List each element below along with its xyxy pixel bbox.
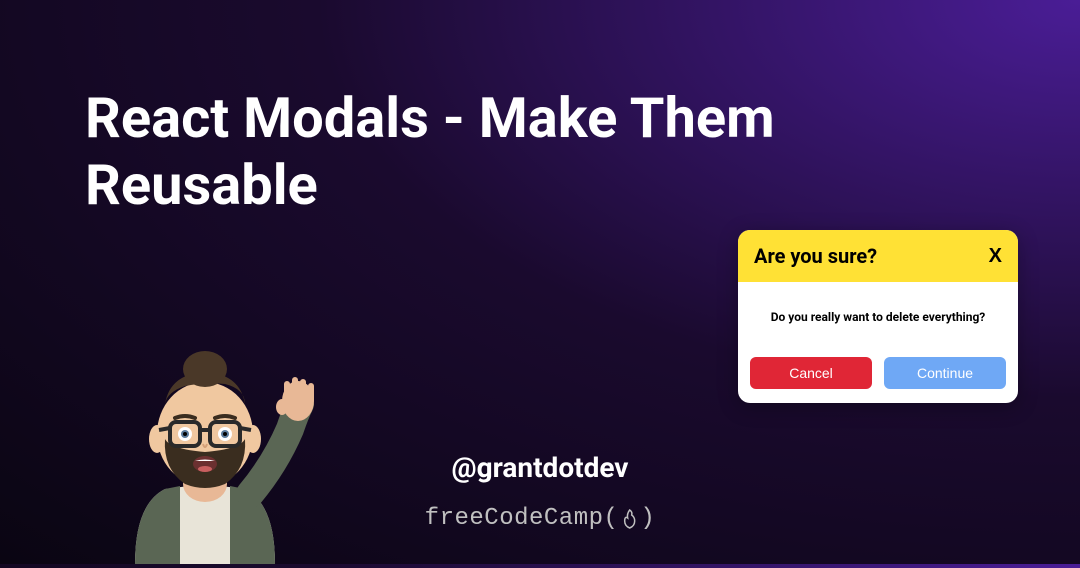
author-handle: @grantdotdev — [452, 451, 629, 484]
page-title: React Modals - Make Them Reusable — [85, 85, 995, 219]
author-avatar — [95, 334, 315, 564]
freecodecamp-logo: freeCodeCamp( ) — [425, 505, 656, 532]
modal-example: Are you sure? X Do you really want to de… — [738, 230, 1018, 403]
modal-title: Are you sure? — [754, 244, 877, 268]
modal-body: Do you really want to delete everything? — [738, 282, 1018, 349]
fcc-suffix: ) — [640, 505, 655, 532]
modal-footer: Cancel Continue — [738, 349, 1018, 403]
fire-icon — [620, 508, 638, 530]
cancel-button[interactable]: Cancel — [750, 357, 872, 389]
fcc-prefix: freeCodeCamp( — [425, 505, 619, 532]
close-icon[interactable]: X — [989, 245, 1002, 268]
modal-body-text: Do you really want to delete everything? — [771, 310, 986, 324]
continue-button[interactable]: Continue — [884, 357, 1006, 389]
modal-header: Are you sure? X — [738, 230, 1018, 282]
